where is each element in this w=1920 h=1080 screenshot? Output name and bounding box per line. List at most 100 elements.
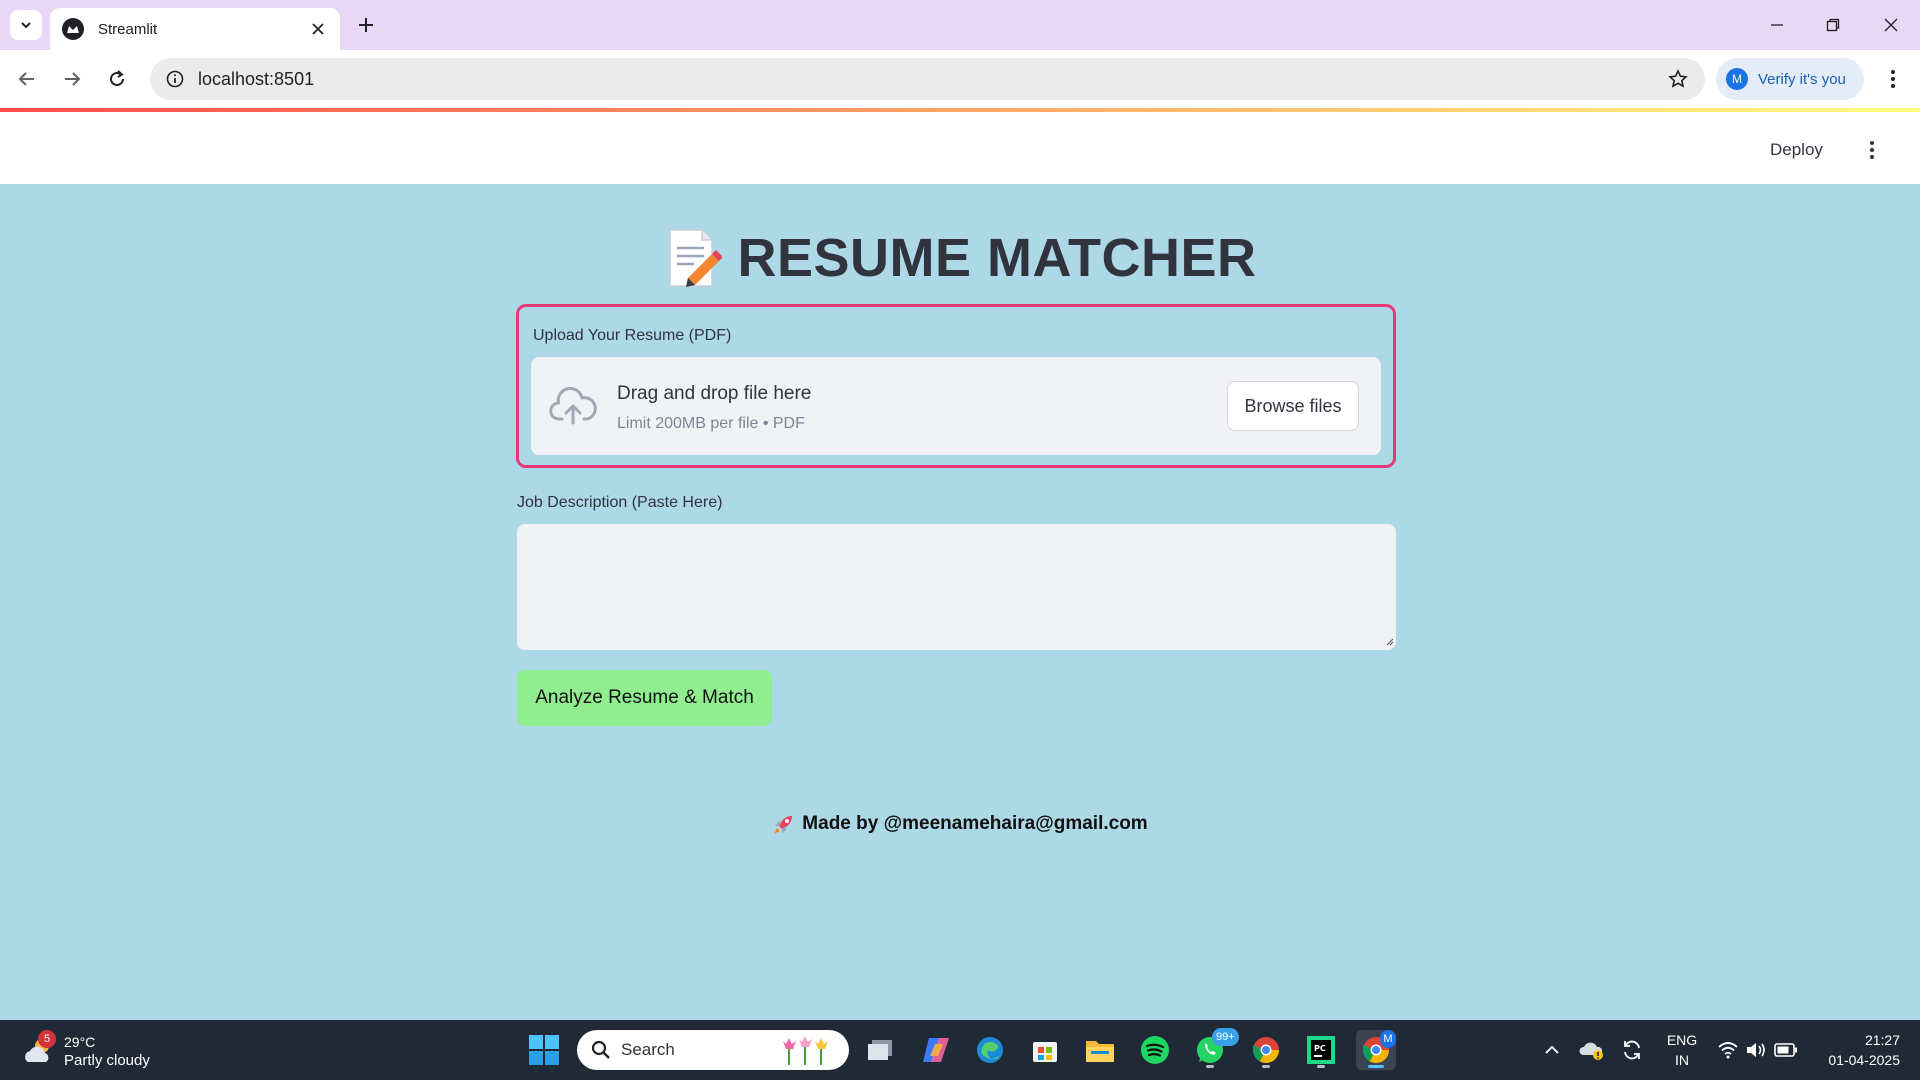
taskbar-whatsapp[interactable]: 99+ xyxy=(1190,1028,1239,1070)
close-icon xyxy=(1884,18,1898,32)
svg-text:PC: PC xyxy=(1314,1044,1326,1053)
chevron-down-icon xyxy=(21,22,31,29)
cloud-upload-icon xyxy=(549,386,597,425)
task-view-icon xyxy=(868,1040,892,1060)
streamlit-main-menu-button[interactable] xyxy=(1860,136,1884,164)
partly-cloudy-icon: 5 xyxy=(22,1030,56,1068)
taskbar-pycharm[interactable]: PC xyxy=(1301,1030,1341,1070)
spotify-icon xyxy=(1141,1036,1169,1064)
copilot-icon xyxy=(923,1038,949,1062)
tab-close-button[interactable] xyxy=(308,19,328,39)
region-code: IN xyxy=(1675,1052,1689,1068)
windows-start-icon[interactable] xyxy=(528,1034,560,1066)
title-row: RESUME MATCHER xyxy=(0,218,1920,298)
taskbar-file-explorer[interactable] xyxy=(1080,1030,1120,1070)
browser-tab-strip: Streamlit xyxy=(0,0,1920,50)
tab-search-button[interactable] xyxy=(10,10,42,40)
app-main: RESUME MATCHER Upload Your Resume (PDF) … xyxy=(0,184,1920,1020)
app-active-indicator xyxy=(1368,1065,1384,1068)
upload-label: Upload Your Resume (PDF) xyxy=(533,327,732,344)
tulips-icon xyxy=(783,1036,828,1065)
sync-tray-button[interactable] xyxy=(1618,1036,1646,1064)
language-code: ENG xyxy=(1666,1032,1698,1048)
whatsapp-unread-badge: 99+ xyxy=(1212,1028,1239,1046)
more-vertical-icon xyxy=(1891,70,1895,88)
job-description-label: Job Description (Paste Here) xyxy=(517,494,723,511)
chevron-up-icon xyxy=(1545,1045,1559,1054)
battery-tray-button[interactable] xyxy=(1772,1036,1800,1064)
resume-upload-container: Upload Your Resume (PDF) Drag and drop f… xyxy=(516,304,1396,468)
taskbar-chrome-profile-2[interactable]: M xyxy=(1356,1030,1396,1070)
taskbar-clock[interactable]: 21:27 01-04-2025 xyxy=(1810,1030,1900,1070)
taskbar-search-placeholder: Search xyxy=(621,1040,675,1059)
arrow-left-icon xyxy=(18,72,34,86)
chrome-icon xyxy=(1252,1037,1280,1064)
volume-tray-button[interactable] xyxy=(1742,1036,1770,1064)
task-view-button[interactable] xyxy=(860,1030,900,1070)
more-vertical-icon xyxy=(1870,141,1874,159)
arrow-right-icon xyxy=(65,72,81,86)
page-title: RESUME MATCHER xyxy=(737,228,1257,288)
bookmark-star-icon[interactable] xyxy=(1665,66,1691,92)
minimize-button[interactable] xyxy=(1762,10,1792,40)
show-hidden-icons-button[interactable] xyxy=(1538,1036,1566,1064)
windows-taskbar: 5 29°C Partly cloudy Search 99+ PC M ENG… xyxy=(0,1020,1920,1080)
close-icon xyxy=(312,23,324,35)
edge-browser-icon xyxy=(977,1037,1003,1063)
dropzone-instructions: Drag and drop file here xyxy=(617,383,812,404)
forward-button[interactable] xyxy=(57,64,87,94)
analyze-resume-button[interactable]: Analyze Resume & Match xyxy=(517,670,772,726)
chrome-profile-badge: M xyxy=(1380,1030,1396,1048)
reload-icon xyxy=(110,70,124,86)
site-info-icon[interactable] xyxy=(164,68,186,90)
resize-handle-icon[interactable] xyxy=(1384,636,1394,646)
onedrive-warning-icon xyxy=(1579,1042,1603,1060)
restore-icon xyxy=(1826,18,1840,32)
clock-date: 01-04-2025 xyxy=(1828,1052,1900,1068)
onedrive-tray-button[interactable] xyxy=(1578,1036,1606,1064)
reload-button[interactable] xyxy=(102,64,132,94)
battery-icon xyxy=(1774,1043,1797,1057)
speaker-icon xyxy=(1747,1043,1765,1057)
store-icon xyxy=(1033,1042,1057,1062)
restore-button[interactable] xyxy=(1818,10,1848,40)
back-button[interactable] xyxy=(12,64,42,94)
close-window-button[interactable] xyxy=(1876,10,1906,40)
browse-files-button[interactable]: Browse files xyxy=(1227,381,1359,431)
streamlit-header: Deploy xyxy=(0,112,1920,184)
job-description-input[interactable] xyxy=(517,524,1396,650)
weather-description: Partly cloudy xyxy=(64,1051,150,1069)
footer-credit-text: Made by @meenamehaira@gmail.com xyxy=(802,813,1148,834)
app-running-indicator xyxy=(1262,1065,1270,1068)
taskbar-spotify[interactable] xyxy=(1135,1030,1175,1070)
browser-tab[interactable]: Streamlit xyxy=(50,8,340,50)
verify-label: Verify it's you xyxy=(1758,70,1846,88)
verify-identity-chip[interactable]: M Verify it's you xyxy=(1716,58,1864,100)
taskbar-chrome-profile-1[interactable] xyxy=(1246,1030,1286,1070)
tab-title: Streamlit xyxy=(98,20,158,38)
app-running-indicator xyxy=(1317,1065,1325,1068)
weather-widget[interactable]: 5 29°C Partly cloudy xyxy=(22,1030,182,1072)
taskbar-edge[interactable] xyxy=(970,1030,1010,1070)
taskbar-microsoft-store[interactable] xyxy=(1025,1030,1065,1070)
streamlit-favicon-icon xyxy=(62,18,84,40)
file-dropzone[interactable]: Drag and drop file here Limit 200MB per … xyxy=(531,357,1381,455)
clock-time: 21:27 xyxy=(1864,1032,1900,1048)
input-language-indicator[interactable]: ENG IN xyxy=(1664,1030,1700,1070)
deploy-button[interactable]: Deploy xyxy=(1770,140,1823,160)
weather-alert-badge: 5 xyxy=(38,1030,56,1048)
taskbar-copilot[interactable] xyxy=(916,1030,956,1070)
browser-menu-button[interactable] xyxy=(1878,64,1908,94)
wifi-tray-button[interactable] xyxy=(1714,1036,1742,1064)
browser-toolbar: localhost:8501 M Verify it's you xyxy=(0,50,1920,108)
address-bar[interactable]: localhost:8501 xyxy=(150,58,1705,100)
taskbar-search[interactable]: Search xyxy=(577,1030,849,1070)
pycharm-icon: PC xyxy=(1307,1036,1335,1064)
wifi-icon xyxy=(1718,1042,1738,1059)
sync-icon xyxy=(1624,1040,1640,1060)
memo-icon xyxy=(668,229,722,287)
new-tab-button[interactable] xyxy=(352,11,380,39)
rocket-icon xyxy=(774,816,793,834)
address-url: localhost:8501 xyxy=(198,68,315,89)
folder-icon xyxy=(1086,1041,1114,1062)
